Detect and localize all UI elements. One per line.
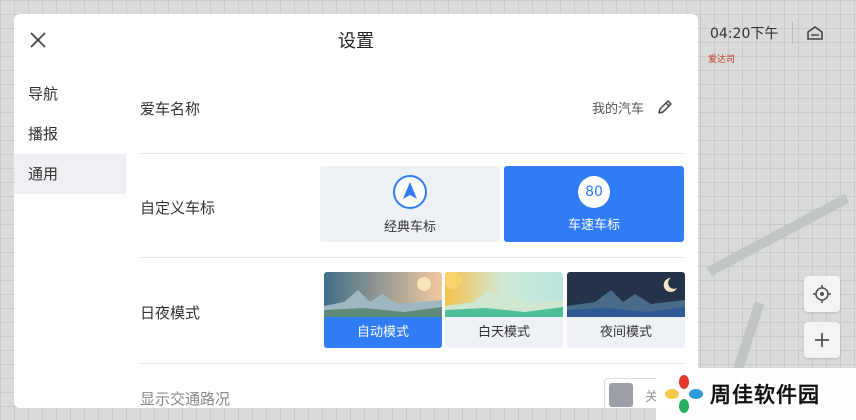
classic-car-icon-option[interactable]: 经典车标 — [320, 166, 500, 242]
auto-mode-label: 自动模式 — [324, 317, 442, 348]
toggle-knob — [609, 383, 633, 407]
day-mode-label: 白天模式 — [445, 317, 563, 348]
sidebar-item-general[interactable]: 通用 — [14, 154, 126, 194]
speed-badge: 80 — [578, 175, 610, 208]
pencil-icon — [658, 100, 672, 114]
auto-mode-option[interactable]: 自动模式 — [324, 272, 442, 348]
watermark: 周佳软件园 — [656, 368, 856, 420]
edit-car-name-button[interactable] — [652, 94, 678, 120]
night-mode-option[interactable]: 夜间模式 — [567, 272, 685, 348]
home-button[interactable] — [793, 18, 837, 48]
car-icon-row: 自定义车标 经典车标 80 车速车标 — [140, 154, 684, 258]
day-night-row: 日夜模式 自动模式 白天模式 夜间模式 — [140, 258, 685, 364]
settings-panel: 设置 导航 播报 通用 爱车名称 我的汽车 自定义车标 经典车标 80 车速车标… — [14, 14, 698, 408]
watermark-text: 周佳软件园 — [710, 383, 820, 407]
day-mode-option[interactable]: 白天模式 — [445, 272, 563, 348]
close-button[interactable] — [24, 26, 52, 54]
clock-time: 04:20下午 — [710, 26, 779, 42]
settings-content: 爱车名称 我的汽车 自定义车标 经典车标 80 车速车标 日夜模式 自动模式 白… — [140, 66, 685, 408]
settings-sidebar: 导航 播报 通用 — [14, 74, 126, 194]
sidebar-item-broadcast[interactable]: 播报 — [14, 114, 126, 154]
car-icon-label: 自定义车标 — [140, 199, 216, 217]
speed-car-icon-label: 车速车标 — [567, 217, 620, 233]
plus-icon — [815, 333, 829, 347]
map-status-bar: 04:20下午 — [700, 18, 838, 48]
map-poi-label: 爱达司 — [708, 55, 736, 65]
locate-button[interactable] — [804, 276, 840, 312]
close-icon — [30, 32, 46, 48]
sidebar-item-navigation[interactable]: 导航 — [14, 74, 126, 114]
night-mode-illustration — [567, 272, 685, 317]
home-icon — [807, 26, 823, 40]
car-name-label: 爱车名称 — [140, 100, 201, 118]
traffic-label: 显示交通路况 — [140, 390, 231, 408]
day-mode-illustration — [445, 272, 563, 317]
day-night-label: 日夜模式 — [140, 304, 201, 322]
panel-header: 设置 — [14, 14, 698, 66]
traffic-row: 显示交通路况 关 — [140, 364, 684, 408]
watermark-logo-icon — [665, 375, 703, 413]
classic-car-icon-label: 经典车标 — [383, 219, 436, 235]
car-name-row: 爱车名称 我的汽车 — [140, 66, 684, 154]
page-title: 设置 — [338, 31, 374, 52]
navigation-arrow-icon — [393, 174, 427, 209]
speed-car-icon-option[interactable]: 80 车速车标 — [504, 166, 684, 242]
locate-icon — [813, 285, 831, 303]
auto-mode-illustration — [324, 272, 442, 317]
night-mode-label: 夜间模式 — [567, 317, 685, 348]
car-name-value: 我的汽车 — [591, 102, 644, 117]
zoom-in-button[interactable] — [804, 322, 840, 358]
